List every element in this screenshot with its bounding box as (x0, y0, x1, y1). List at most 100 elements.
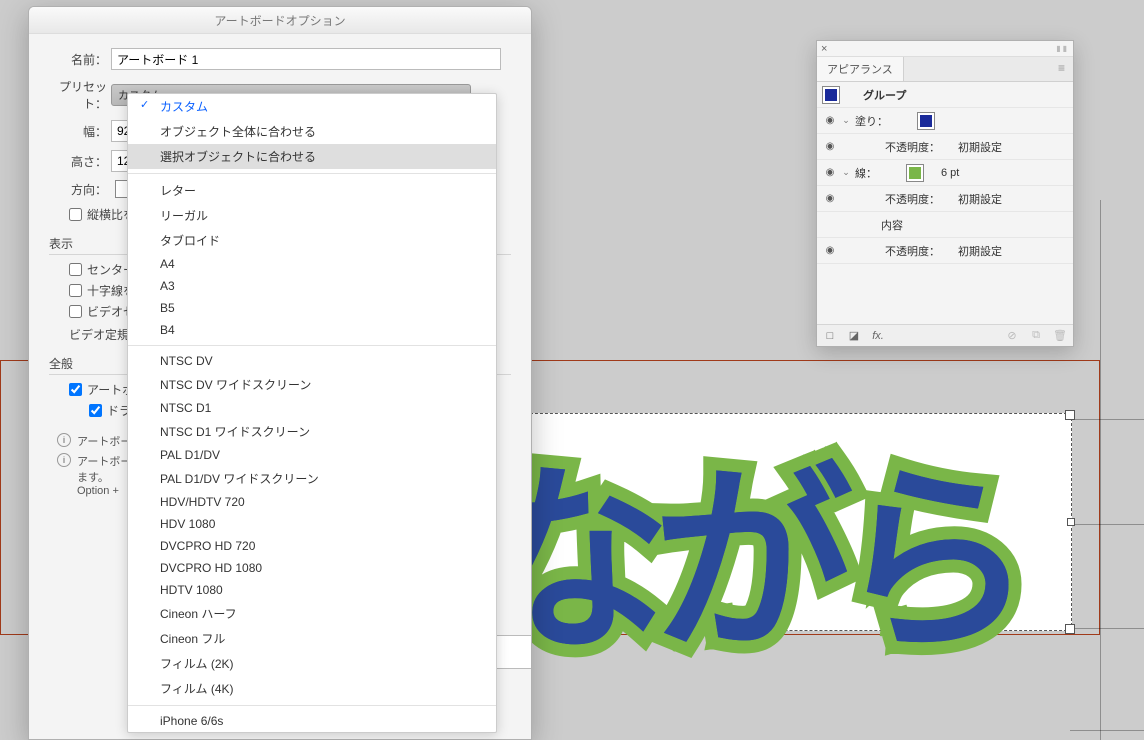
fill-opacity-row[interactable]: ◉ 不透明度： 初期設定 (817, 134, 1073, 160)
guide-horizontal (1070, 730, 1144, 731)
preset-label: プリセット： (47, 78, 107, 112)
dropdown-item[interactable]: HDTV 1080 (128, 579, 496, 601)
dropdown-item[interactable]: PAL D1/DV (128, 444, 496, 466)
thumbnail-swatch (823, 87, 839, 103)
stroke-opacity-row[interactable]: ◉ 不透明度： 初期設定 (817, 186, 1073, 212)
dropdown-item[interactable]: A4 (128, 253, 496, 275)
panel-header[interactable]: × ▮▮ (817, 41, 1073, 57)
fade-region-checkbox[interactable] (69, 383, 82, 396)
dropdown-item[interactable]: レター (128, 178, 496, 203)
contents-row[interactable]: 内容 (817, 212, 1073, 238)
dropdown-item[interactable]: 選択オブジェクトに合わせる (128, 144, 496, 169)
info-text: アートボー (77, 453, 131, 469)
lock-aspect-checkbox[interactable] (69, 208, 82, 221)
dropdown-item[interactable]: カスタム (128, 94, 496, 119)
dropdown-item[interactable]: NTSC DV ワイドスクリーン (128, 372, 496, 397)
panel-tab-row: アピアランス ≡ (817, 57, 1073, 82)
drag-update-checkbox[interactable] (89, 404, 102, 417)
dropdown-item[interactable]: B4 (128, 319, 496, 341)
fill-row[interactable]: ◉ ⌄ 塗り： (817, 108, 1073, 134)
fill-swatch[interactable] (918, 113, 934, 129)
visibility-icon[interactable]: ◉ (823, 140, 837, 154)
dropdown-item[interactable]: PAL D1/DV ワイドスクリーン (128, 466, 496, 491)
disable-icon[interactable]: ⊘ (1005, 329, 1019, 343)
no-fill-icon[interactable]: □ (823, 329, 837, 343)
appearance-panel[interactable]: × ▮▮ アピアランス ≡ グループ ◉ ⌄ 塗り： ◉ 不透明度： 初期設定 … (816, 40, 1074, 347)
dropdown-item[interactable]: Cineon フル (128, 626, 496, 651)
selection-bounds[interactable]: ながら ながら (510, 413, 1072, 631)
panel-footer: □ ◪ fx. ⊘ ⧉ 🗑 (817, 324, 1073, 346)
dropdown-item[interactable]: リーガル (128, 203, 496, 228)
dropdown-item[interactable]: Cineon ハーフ (128, 601, 496, 626)
dropdown-item[interactable]: NTSC DV (128, 350, 496, 372)
stroke-swatch[interactable] (907, 165, 923, 181)
dropdown-item[interactable]: DVCPRO HD 720 (128, 535, 496, 557)
text-art-fill: ながら (471, 399, 1017, 689)
name-label: 名前： (47, 51, 107, 68)
opacity-value[interactable]: 初期設定 (958, 243, 1002, 259)
dialog-title: アートボードオプション (29, 7, 531, 34)
orientation-label: 方向： (47, 181, 107, 198)
info-text: Option + (77, 485, 131, 497)
appearance-list: グループ ◉ ⌄ 塗り： ◉ 不透明度： 初期設定 ◉ ⌄ 線： 6 pt ◉ … (817, 82, 1073, 324)
trash-icon[interactable]: 🗑 (1053, 329, 1067, 343)
visibility-icon[interactable]: ◉ (823, 244, 837, 258)
opacity-value[interactable]: 初期設定 (958, 139, 1002, 155)
opacity-label: 不透明度： (885, 139, 940, 155)
dropdown-item[interactable]: HDV 1080 (128, 513, 496, 535)
opacity-label: 不透明度： (885, 191, 940, 207)
height-label: 高さ： (47, 153, 107, 170)
target-label: グループ (863, 87, 906, 103)
selection-handle[interactable] (1067, 518, 1075, 526)
dropdown-item[interactable]: NTSC D1 (128, 397, 496, 419)
opacity-value[interactable]: 初期設定 (958, 191, 1002, 207)
stroke-row[interactable]: ◉ ⌄ 線： 6 pt (817, 160, 1073, 186)
dropdown-separator (128, 705, 496, 706)
visibility-icon[interactable]: ◉ (823, 192, 837, 206)
cross-hairs-checkbox[interactable] (69, 284, 82, 297)
info-text: ます。 (77, 469, 131, 485)
info-icon: i (57, 453, 71, 467)
guide-horizontal (1070, 524, 1144, 525)
dropdown-item[interactable]: フィルム (4K) (128, 676, 496, 701)
dropdown-separator (128, 345, 496, 346)
fx-icon[interactable]: fx. (871, 329, 885, 343)
fill-label: 塗り： (855, 113, 888, 129)
disclosure-icon[interactable]: ⌄ (841, 167, 851, 178)
appearance-target-row[interactable]: グループ (817, 82, 1073, 108)
dropdown-item[interactable]: B5 (128, 297, 496, 319)
name-input[interactable] (111, 48, 501, 70)
dropdown-item[interactable]: NTSC D1 ワイドスクリーン (128, 419, 496, 444)
visibility-icon[interactable]: ◉ (823, 166, 837, 180)
info-icon: i (57, 433, 71, 447)
stroke-weight[interactable]: 6 pt (941, 167, 959, 179)
clear-appearance-icon[interactable]: ◪ (847, 329, 861, 343)
guide-horizontal (1070, 628, 1144, 629)
width-label: 幅： (47, 123, 107, 140)
tab-appearance[interactable]: アピアランス (817, 57, 904, 81)
dropdown-separator (128, 173, 496, 174)
panel-menu-icon[interactable]: ≡ (1050, 57, 1073, 81)
name-row: 名前： (47, 48, 513, 70)
guide-horizontal (1070, 419, 1144, 420)
preset-dropdown[interactable]: カスタムオブジェクト全体に合わせる選択オブジェクトに合わせるレターリーガルタブロ… (127, 93, 497, 733)
dropdown-item[interactable]: フィルム (2K) (128, 651, 496, 676)
stroke-label: 線： (855, 165, 877, 181)
info-text: アートボー (77, 433, 131, 449)
contents-label: 内容 (881, 217, 903, 233)
opacity-label: 不透明度： (885, 243, 940, 259)
dropdown-item[interactable]: タブロイド (128, 228, 496, 253)
visibility-icon[interactable]: ◉ (823, 114, 837, 128)
dropdown-item[interactable]: A3 (128, 275, 496, 297)
center-mark-checkbox[interactable] (69, 263, 82, 276)
dropdown-item[interactable]: DVCPRO HD 1080 (128, 557, 496, 579)
object-opacity-row[interactable]: ◉ 不透明度： 初期設定 (817, 238, 1073, 264)
video-safe-checkbox[interactable] (69, 305, 82, 318)
disclosure-icon[interactable]: ⌄ (841, 115, 851, 126)
duplicate-icon[interactable]: ⧉ (1029, 329, 1043, 343)
dropdown-item[interactable]: iPhone 6/6s (128, 710, 496, 732)
dropdown-item[interactable]: iPhone 6 Plus (128, 732, 496, 733)
panel-grip-icon[interactable]: ▮▮ (827, 44, 1069, 53)
dropdown-item[interactable]: HDV/HDTV 720 (128, 491, 496, 513)
dropdown-item[interactable]: オブジェクト全体に合わせる (128, 119, 496, 144)
